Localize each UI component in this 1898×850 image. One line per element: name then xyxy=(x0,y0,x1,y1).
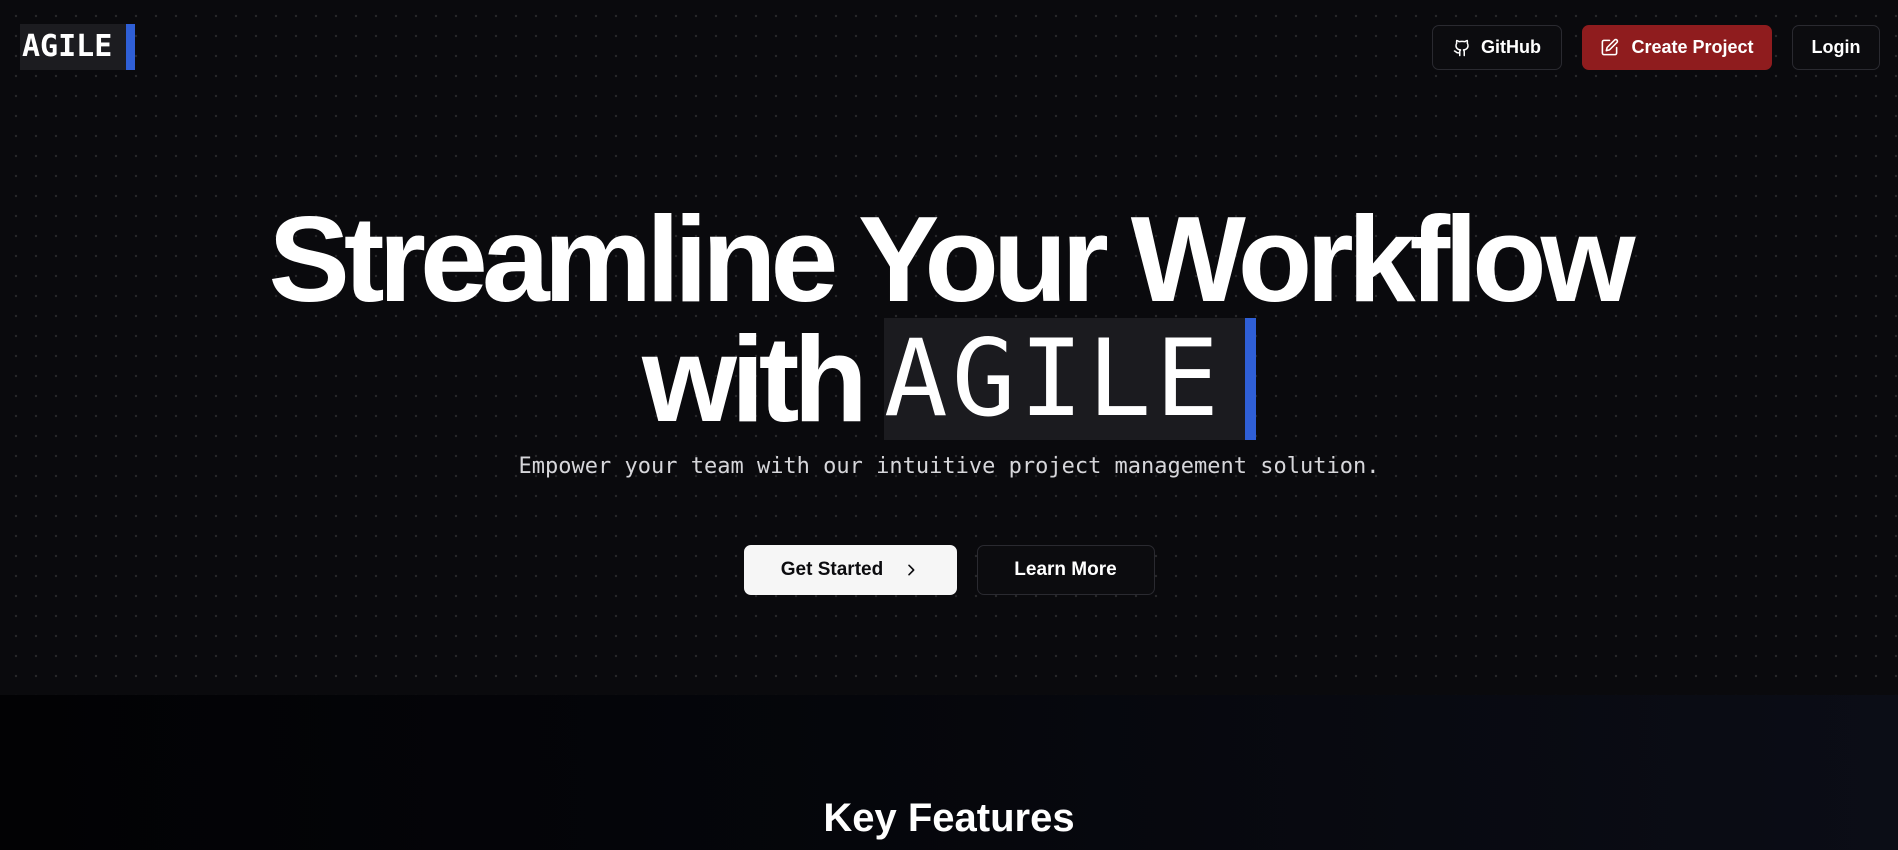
logo-cursor-block xyxy=(126,24,136,70)
hero-cta-row: Get Started Learn More xyxy=(0,545,1898,595)
hero-title-line1: Streamline Your Workflow xyxy=(268,191,1636,327)
landing-page: AGILE GitHub Create Project Login Stream… xyxy=(0,0,1898,850)
login-button[interactable]: Login xyxy=(1792,25,1880,70)
learn-more-button[interactable]: Learn More xyxy=(976,545,1155,595)
logo-text: AGILE xyxy=(22,29,113,64)
edit-square-icon xyxy=(1600,38,1619,57)
login-button-label: Login xyxy=(1811,37,1861,57)
github-button-label: GitHub xyxy=(1481,37,1541,57)
hero-title-line2: with AGILE xyxy=(0,318,1898,440)
github-icon xyxy=(1453,39,1471,57)
logo[interactable]: AGILE xyxy=(20,24,136,70)
hero-brand-box: AGILE xyxy=(883,317,1257,440)
features-heading: Key Features xyxy=(823,796,1075,840)
chevron-right-icon xyxy=(903,562,919,578)
hero-cursor-block xyxy=(1245,318,1257,440)
hero-title-with: with xyxy=(641,311,868,447)
top-nav: GitHub Create Project Login xyxy=(1432,25,1880,70)
hero-brand-text: AGILE xyxy=(883,317,1224,440)
github-button[interactable]: GitHub xyxy=(1432,25,1562,70)
get-started-button[interactable]: Get Started xyxy=(743,545,957,595)
hero-subtitle: Empower your team with our intuitive pro… xyxy=(518,454,1380,479)
learn-more-label: Learn More xyxy=(1014,559,1117,580)
get-started-label: Get Started xyxy=(780,559,884,580)
create-project-label: Create Project xyxy=(1631,37,1754,57)
create-project-button[interactable]: Create Project xyxy=(1582,25,1772,70)
